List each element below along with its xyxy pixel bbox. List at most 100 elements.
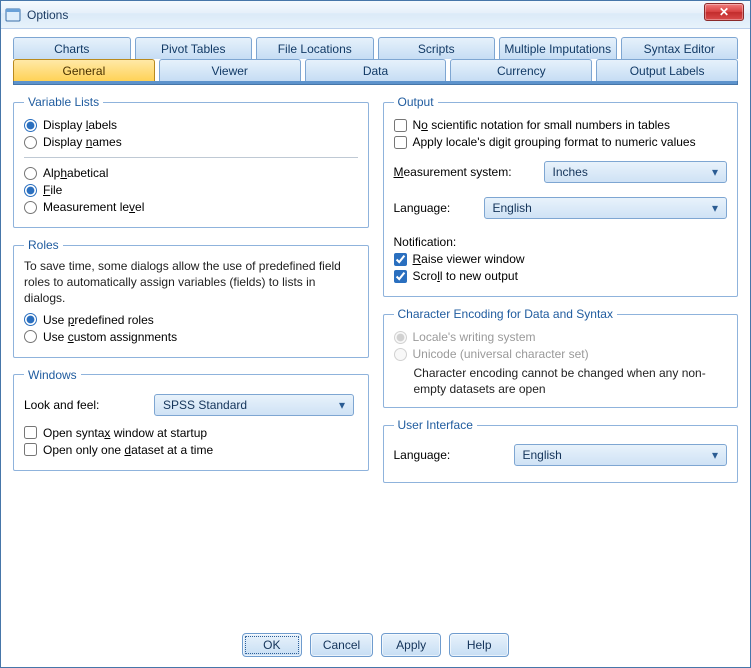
- check-open-one-dataset-input[interactable]: [24, 443, 37, 456]
- radio-measurement-level-label: Measurement level: [43, 200, 144, 214]
- combo-output-language-value: English: [493, 201, 532, 215]
- check-open-syntax-startup[interactable]: Open syntax window at startup: [24, 426, 358, 440]
- group-user-interface: User Interface Language: English ▾: [383, 418, 739, 483]
- radio-custom-assignments-label: Use custom assignments: [43, 330, 177, 344]
- combo-ui-language[interactable]: English ▾: [514, 444, 728, 466]
- tab-output-labels[interactable]: Output Labels: [596, 59, 738, 81]
- tabs-row-1: Charts Pivot Tables File Locations Scrip…: [13, 37, 738, 59]
- check-digit-grouping[interactable]: Apply locale's digit grouping format to …: [394, 135, 728, 149]
- tabs-row-2: General Viewer Data Currency Output Labe…: [13, 59, 738, 81]
- radio-file-input[interactable]: [24, 184, 37, 197]
- chevron-down-icon: ▾: [708, 448, 722, 462]
- panels: Variable Lists Display labels Display na…: [13, 95, 738, 623]
- field-look-and-feel: Look and feel: SPSS Standard ▾: [24, 394, 358, 416]
- check-raise-viewer-input[interactable]: [394, 253, 407, 266]
- tab-scripts[interactable]: Scripts: [378, 37, 496, 59]
- combo-look-and-feel-value: SPSS Standard: [163, 398, 247, 412]
- combo-look-and-feel[interactable]: SPSS Standard ▾: [154, 394, 354, 416]
- close-button[interactable]: ✕: [704, 3, 744, 21]
- check-digit-grouping-label: Apply locale's digit grouping format to …: [413, 135, 696, 149]
- tab-file-locations[interactable]: File Locations: [256, 37, 374, 59]
- tab-underline: [13, 81, 738, 85]
- group-windows: Windows Look and feel: SPSS Standard ▾ O…: [13, 368, 369, 471]
- radio-display-names[interactable]: Display names: [24, 135, 358, 149]
- radio-locale-writing-system-input: [394, 331, 407, 344]
- help-button[interactable]: Help: [449, 633, 509, 657]
- check-open-one-dataset-label: Open only one dataset at a time: [43, 443, 213, 457]
- tab-syntax-editor[interactable]: Syntax Editor: [621, 37, 739, 59]
- radio-display-names-label: Display names: [43, 135, 122, 149]
- look-and-feel-label: Look and feel:: [24, 398, 154, 412]
- combo-measurement-system[interactable]: Inches ▾: [544, 161, 728, 183]
- chevron-down-icon: ▾: [708, 165, 722, 179]
- tab-charts[interactable]: Charts: [13, 37, 131, 59]
- check-scroll-new-output[interactable]: Scroll to new output: [394, 269, 728, 283]
- tab-pivot-tables[interactable]: Pivot Tables: [135, 37, 253, 59]
- radio-unicode-input: [394, 348, 407, 361]
- button-bar: OK Cancel Apply Help: [13, 623, 738, 657]
- right-column: Output No scientific notation for small …: [383, 95, 739, 623]
- ui-language-label: Language:: [394, 448, 514, 462]
- tab-viewer[interactable]: Viewer: [159, 59, 301, 81]
- radio-measurement-level[interactable]: Measurement level: [24, 200, 358, 214]
- radio-unicode: Unicode (universal character set): [394, 347, 728, 361]
- cancel-button[interactable]: Cancel: [310, 633, 373, 657]
- check-scroll-new-output-input[interactable]: [394, 270, 407, 283]
- tab-multiple-imputations[interactable]: Multiple Imputations: [499, 37, 617, 59]
- output-language-label: Language:: [394, 201, 484, 215]
- field-ui-language: Language: English ▾: [394, 444, 728, 466]
- group-character-encoding: Character Encoding for Data and Syntax L…: [383, 307, 739, 408]
- chevron-down-icon: ▾: [708, 201, 722, 215]
- tab-general[interactable]: General: [13, 59, 155, 81]
- check-no-scientific[interactable]: No scientific notation for small numbers…: [394, 118, 728, 132]
- radio-alphabetical-input[interactable]: [24, 167, 37, 180]
- group-roles-legend: Roles: [24, 238, 63, 252]
- radio-unicode-label: Unicode (universal character set): [413, 347, 589, 361]
- radio-custom-assignments[interactable]: Use custom assignments: [24, 330, 358, 344]
- check-scroll-new-output-label: Scroll to new output: [413, 269, 518, 283]
- radio-predefined-roles[interactable]: Use predefined roles: [24, 313, 358, 327]
- check-digit-grouping-input[interactable]: [394, 136, 407, 149]
- field-measurement-system: Measurement system: Inches ▾: [394, 161, 728, 183]
- radio-display-labels[interactable]: Display labels: [24, 118, 358, 132]
- notification-label: Notification:: [394, 235, 728, 249]
- titlebar[interactable]: Options ✕: [1, 1, 750, 29]
- title-text: Options: [27, 8, 68, 22]
- left-column: Variable Lists Display labels Display na…: [13, 95, 369, 623]
- content-area: Charts Pivot Tables File Locations Scrip…: [1, 29, 750, 667]
- radio-locale-writing-system: Locale's writing system: [394, 330, 728, 344]
- check-open-syntax-startup-label: Open syntax window at startup: [43, 426, 207, 440]
- radio-predefined-roles-input[interactable]: [24, 313, 37, 326]
- radio-locale-writing-system-label: Locale's writing system: [413, 330, 536, 344]
- check-no-scientific-label: No scientific notation for small numbers…: [413, 118, 670, 132]
- radio-custom-assignments-input[interactable]: [24, 330, 37, 343]
- check-no-scientific-input[interactable]: [394, 119, 407, 132]
- check-raise-viewer[interactable]: Raise viewer window: [394, 252, 728, 266]
- tab-data[interactable]: Data: [305, 59, 447, 81]
- radio-display-labels-label: Display labels: [43, 118, 117, 132]
- group-roles: Roles To save time, some dialogs allow t…: [13, 238, 369, 358]
- group-variable-lists-legend: Variable Lists: [24, 95, 103, 109]
- check-open-syntax-startup-input[interactable]: [24, 426, 37, 439]
- tab-currency[interactable]: Currency: [450, 59, 592, 81]
- variable-lists-divider: [24, 157, 358, 158]
- group-character-encoding-legend: Character Encoding for Data and Syntax: [394, 307, 617, 321]
- radio-alphabetical[interactable]: Alphabetical: [24, 166, 358, 180]
- roles-note: To save time, some dialogs allow the use…: [24, 258, 358, 307]
- radio-file[interactable]: File: [24, 183, 358, 197]
- radio-predefined-roles-label: Use predefined roles: [43, 313, 154, 327]
- radio-measurement-level-input[interactable]: [24, 201, 37, 214]
- close-icon: ✕: [719, 5, 729, 19]
- apply-button[interactable]: Apply: [381, 633, 441, 657]
- group-variable-lists: Variable Lists Display labels Display na…: [13, 95, 369, 228]
- field-output-language: Language: English ▾: [394, 197, 728, 219]
- check-raise-viewer-label: Raise viewer window: [413, 252, 525, 266]
- combo-ui-language-value: English: [523, 448, 562, 462]
- ok-button[interactable]: OK: [242, 633, 302, 657]
- group-user-interface-legend: User Interface: [394, 418, 477, 432]
- app-icon: [5, 7, 21, 23]
- combo-output-language[interactable]: English ▾: [484, 197, 728, 219]
- check-open-one-dataset[interactable]: Open only one dataset at a time: [24, 443, 358, 457]
- radio-display-names-input[interactable]: [24, 136, 37, 149]
- radio-display-labels-input[interactable]: [24, 119, 37, 132]
